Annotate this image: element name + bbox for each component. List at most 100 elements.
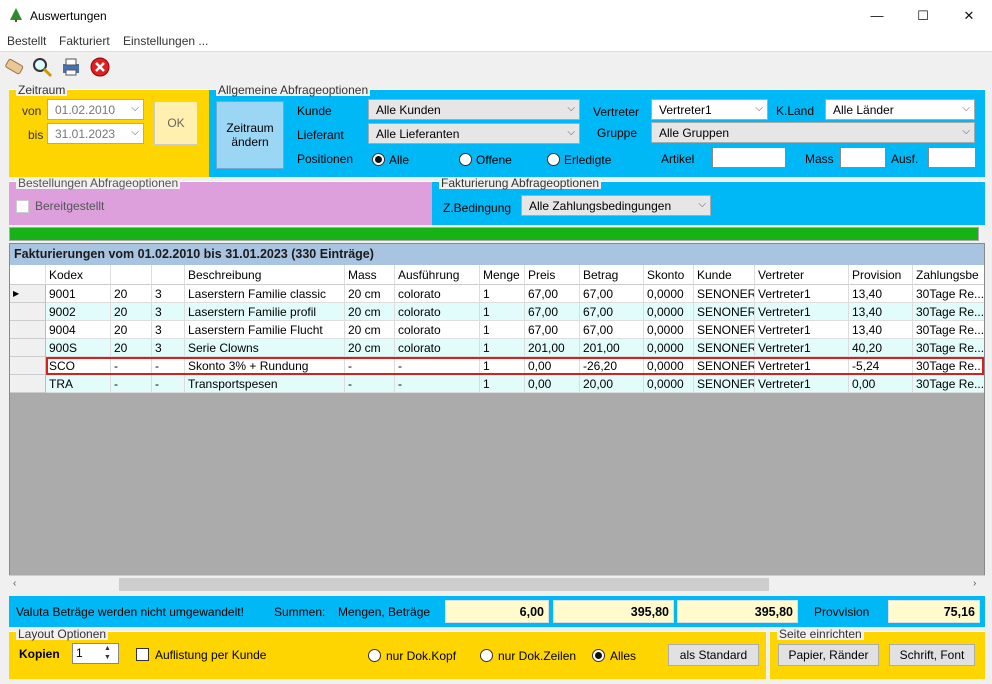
cell-c3[interactable]: 3 [152, 285, 185, 303]
column-header-kunde[interactable]: Kunde [694, 265, 755, 285]
cell-menge[interactable]: 1 [480, 339, 525, 357]
radio-alles[interactable] [592, 649, 605, 662]
cell-preis[interactable]: 67,00 [525, 321, 580, 339]
papier-raender-button[interactable]: Papier, Ränder [778, 644, 879, 666]
cell-kunde[interactable]: SENONER [694, 375, 755, 393]
cell-betrag[interactable]: 67,00 [580, 285, 644, 303]
cell-menge[interactable]: 1 [480, 303, 525, 321]
gruppe-select[interactable]: Alle Gruppen ⌵ [651, 122, 975, 143]
cell-provision[interactable]: 13,40 [849, 321, 913, 339]
cell-kodex[interactable]: TRA [46, 375, 111, 393]
column-header-provision[interactable]: Provision [849, 265, 913, 285]
cell-zahlungsbedingung[interactable]: 30Tage Re... [913, 321, 984, 339]
column-header-betrag[interactable]: Betrag [580, 265, 644, 285]
cell-kodex[interactable]: SCO [46, 357, 111, 375]
cell-ausfuehrung[interactable]: colorato [395, 303, 480, 321]
cell-c2[interactable]: 20 [111, 339, 152, 357]
cell-preis[interactable]: 0,00 [525, 357, 580, 375]
cell-beschreibung[interactable]: Skonto 3% + Rundung [185, 357, 345, 375]
cell-betrag[interactable]: 201,00 [580, 339, 644, 357]
cell-mass[interactable]: 20 cm [345, 339, 395, 357]
menu-bestellt[interactable]: Bestellt [7, 34, 46, 48]
kland-select[interactable]: Alle Länder ⌵ [825, 99, 975, 120]
cell-c2[interactable]: - [111, 375, 152, 393]
cell-ausfuehrung[interactable]: - [395, 375, 480, 393]
cell-beschreibung[interactable]: Serie Clowns [185, 339, 345, 357]
cell-kunde[interactable]: SENONER [694, 357, 755, 375]
cell-ausfuehrung[interactable]: colorato [395, 339, 480, 357]
column-header-mass[interactable]: Mass [345, 265, 395, 285]
cell-vertreter[interactable]: Vertreter1 [755, 339, 849, 357]
cell-kodex[interactable]: 900S [46, 339, 111, 357]
cell-kunde[interactable]: SENONER [694, 339, 755, 357]
cell-menge[interactable]: 1 [480, 321, 525, 339]
cell-beschreibung[interactable]: Laserstern Familie Flucht [185, 321, 345, 339]
print-icon[interactable] [60, 56, 82, 78]
cell-kodex[interactable]: 9004 [46, 321, 111, 339]
horizontal-scrollbar[interactable]: ‹ › [9, 575, 985, 593]
artikel-input[interactable] [712, 147, 786, 168]
auflistung-checkbox[interactable] [136, 648, 149, 661]
kunde-select[interactable]: Alle Kunden ⌵ [368, 99, 580, 120]
row-header[interactable] [10, 357, 46, 375]
cell-ausfuehrung[interactable]: colorato [395, 285, 480, 303]
mass-input[interactable] [840, 147, 886, 168]
cell-vertreter[interactable]: Vertreter1 [755, 357, 849, 375]
cell-betrag[interactable]: -26,20 [580, 357, 644, 375]
cell-beschreibung[interactable]: Transportspesen [185, 375, 345, 393]
bereitgestellt-checkbox[interactable] [16, 200, 29, 213]
cell-c2[interactable]: - [111, 357, 152, 375]
cell-preis[interactable]: 67,00 [525, 285, 580, 303]
cell-provision[interactable]: 13,40 [849, 285, 913, 303]
zbed-select[interactable]: Alle Zahlungsbedingungen ⌵ [521, 195, 711, 216]
cell-betrag[interactable]: 20,00 [580, 375, 644, 393]
cell-betrag[interactable]: 67,00 [580, 321, 644, 339]
cell-c2[interactable]: 20 [111, 303, 152, 321]
menu-fakturiert[interactable]: Fakturiert [59, 34, 110, 48]
column-header-kodex[interactable]: Kodex [46, 265, 111, 285]
cell-skonto[interactable]: 0,0000 [644, 321, 694, 339]
cell-menge[interactable]: 1 [480, 375, 525, 393]
cell-zahlungsbedingung[interactable]: 30Tage Re... [913, 339, 984, 357]
radio-offene[interactable] [459, 153, 472, 166]
cell-vertreter[interactable]: Vertreter1 [755, 303, 849, 321]
column-header-skonto[interactable]: Skonto [644, 265, 694, 285]
cell-kodex[interactable]: 9002 [46, 303, 111, 321]
cell-preis[interactable]: 201,00 [525, 339, 580, 357]
row-header[interactable] [10, 321, 46, 339]
stepper-arrows-icon[interactable]: ▲ ▼ [104, 644, 111, 662]
cell-mass[interactable]: 20 cm [345, 303, 395, 321]
menu-einstellungen[interactable]: Einstellungen ... [123, 34, 208, 48]
cell-zahlungsbedingung[interactable]: 30Tage Re... [913, 375, 984, 393]
ok-button[interactable]: OK [154, 101, 198, 145]
ausf-input[interactable] [928, 147, 976, 168]
chevron-right-icon[interactable]: › [973, 578, 976, 589]
cell-beschreibung[interactable]: Laserstern Familie classic [185, 285, 345, 303]
chevron-left-icon[interactable]: ‹ [13, 578, 16, 589]
cell-c3[interactable]: 3 [152, 303, 185, 321]
cell-menge[interactable]: 1 [480, 285, 525, 303]
cell-kunde[interactable]: SENONER [694, 321, 755, 339]
cell-preis[interactable]: 67,00 [525, 303, 580, 321]
cell-c3[interactable]: 3 [152, 339, 185, 357]
column-header-c3[interactable] [152, 265, 185, 285]
eraser-icon[interactable] [3, 56, 25, 78]
row-header[interactable] [10, 339, 46, 357]
column-header-ausfuehrung[interactable]: Ausführung [395, 265, 480, 285]
column-header-beschreibung[interactable]: Beschreibung [185, 265, 345, 285]
cell-provision[interactable]: 40,20 [849, 339, 913, 357]
cancel-icon[interactable] [89, 56, 111, 78]
cell-c3[interactable]: 3 [152, 321, 185, 339]
cell-menge[interactable]: 1 [480, 357, 525, 375]
cell-skonto[interactable]: 0,0000 [644, 339, 694, 357]
cell-mass[interactable]: 20 cm [345, 285, 395, 303]
vertreter-select[interactable]: Vertreter1 ⌵ [651, 99, 768, 120]
cell-ausfuehrung[interactable]: - [395, 357, 480, 375]
cell-mass[interactable]: 20 cm [345, 321, 395, 339]
cell-zahlungsbedingung[interactable]: 30Tage Re... [913, 285, 984, 303]
cell-kodex[interactable]: 9001 [46, 285, 111, 303]
kopien-stepper[interactable]: 1 [72, 643, 119, 664]
row-header[interactable] [10, 303, 46, 321]
cell-vertreter[interactable]: Vertreter1 [755, 321, 849, 339]
cell-skonto[interactable]: 0,0000 [644, 375, 694, 393]
